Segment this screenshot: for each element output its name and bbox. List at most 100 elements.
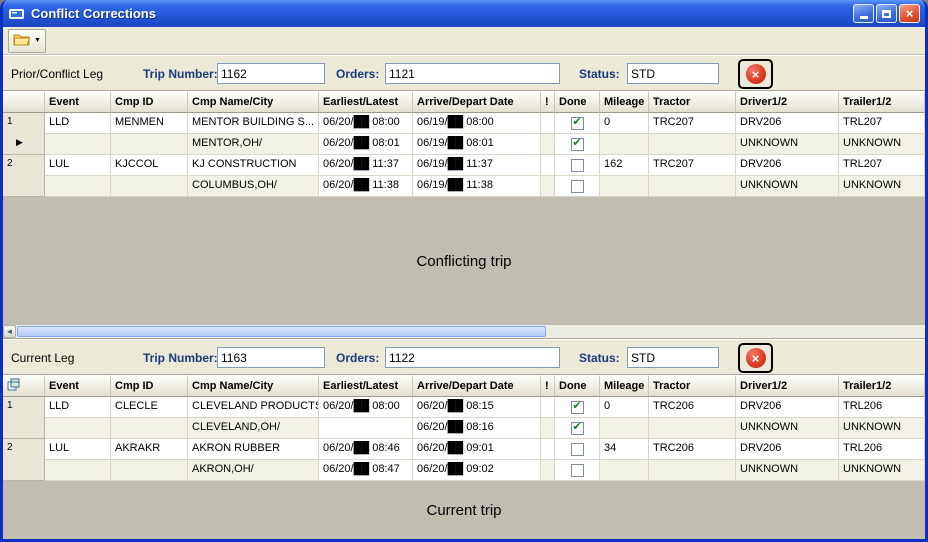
cell-arrive[interactable]: 06/20/██ 08:15 [413, 397, 541, 418]
cell-empty[interactable] [45, 176, 111, 197]
cell-trailer1[interactable]: TRL207 [839, 113, 925, 134]
col-arrive-depart[interactable]: Arrive/Depart Date [413, 91, 541, 113]
done-checkbox[interactable] [571, 464, 584, 477]
cell-empty[interactable] [45, 134, 111, 155]
cell-city[interactable]: COLUMBUS,OH/ [188, 176, 319, 197]
cell-latest[interactable]: 06/20/██ 08:47 [319, 460, 413, 481]
col-earliest-latest[interactable]: Earliest/Latest [319, 375, 413, 397]
cell-depart[interactable]: 06/19/██ 11:38 [413, 176, 541, 197]
cell-latest[interactable]: 06/20/██ 08:01 [319, 134, 413, 155]
cell-driver2[interactable]: UNKNOWN [736, 134, 839, 155]
cell-arrive[interactable]: 06/19/██ 08:00 [413, 113, 541, 134]
done-checkbox[interactable] [571, 180, 584, 193]
cell-arrive[interactable]: 06/20/██ 09:01 [413, 439, 541, 460]
cell-mileage[interactable]: 162 [600, 155, 649, 176]
scroll-thumb[interactable] [17, 326, 546, 337]
cell-trailer2[interactable]: UNKNOWN [839, 460, 925, 481]
cell-event[interactable]: LUL [45, 155, 111, 176]
col-earliest-latest[interactable]: Earliest/Latest [319, 91, 413, 113]
cell-tractor[interactable]: TRC206 [649, 397, 736, 418]
cell-empty[interactable] [649, 176, 736, 197]
row-selector[interactable]: 2 [3, 439, 45, 481]
cell-trailer2[interactable]: UNKNOWN [839, 176, 925, 197]
cell-exclamation[interactable] [541, 460, 555, 481]
current-orders-input[interactable] [385, 347, 560, 368]
cell-driver2[interactable]: UNKNOWN [736, 460, 839, 481]
col-driver[interactable]: Driver1/2 [736, 91, 839, 113]
row-selector[interactable]: 1 ▶ [3, 113, 45, 155]
cell-trailer1[interactable]: TRL207 [839, 155, 925, 176]
cell-trailer1[interactable]: TRL206 [839, 397, 925, 418]
cell-empty[interactable] [600, 176, 649, 197]
col-done[interactable]: Done [555, 91, 600, 113]
cell-driver2[interactable]: UNKNOWN [736, 418, 839, 439]
cell-cmp-id[interactable]: MENMEN [111, 113, 188, 134]
row-selector[interactable]: 1 [3, 397, 45, 439]
cell-tractor[interactable]: TRC207 [649, 113, 736, 134]
cell-empty[interactable] [600, 134, 649, 155]
cell-cmp-id[interactable]: AKRAKR [111, 439, 188, 460]
cell-mileage[interactable]: 0 [600, 113, 649, 134]
done-checkbox[interactable]: ✔ [571, 138, 584, 151]
cell-exclamation[interactable] [541, 439, 555, 460]
cell-empty[interactable] [649, 134, 736, 155]
cell-done[interactable]: ✔ [555, 397, 600, 418]
cell-driver1[interactable]: DRV206 [736, 439, 839, 460]
close-button[interactable]: × [899, 4, 920, 23]
cell-empty[interactable] [111, 176, 188, 197]
col-done[interactable]: Done [555, 375, 600, 397]
cell-city[interactable]: AKRON,OH/ [188, 460, 319, 481]
current-cancel-button[interactable]: × [738, 343, 773, 373]
col-mileage[interactable]: Mileage [600, 375, 649, 397]
cell-done[interactable] [555, 155, 600, 176]
scroll-left-button[interactable]: ◄ [3, 325, 16, 338]
cell-done[interactable]: ✔ [555, 418, 600, 439]
cell-done[interactable] [555, 439, 600, 460]
cell-empty[interactable] [600, 418, 649, 439]
col-cmp-name-city[interactable]: Cmp Name/City [188, 91, 319, 113]
cell-latest[interactable]: 06/20/██ 11:38 [319, 176, 413, 197]
col-arrive-depart[interactable]: Arrive/Depart Date [413, 375, 541, 397]
prior-cancel-button[interactable]: × [738, 59, 773, 89]
cell-done[interactable] [555, 460, 600, 481]
cell-cmp-name[interactable]: MENTOR BUILDING S... [188, 113, 319, 134]
selector-header[interactable] [3, 91, 45, 113]
col-exclamation[interactable]: ! [541, 375, 555, 397]
cell-event[interactable]: LUL [45, 439, 111, 460]
done-checkbox[interactable] [571, 443, 584, 456]
done-checkbox[interactable]: ✔ [571, 117, 584, 130]
cell-empty[interactable] [111, 134, 188, 155]
row-selector[interactable]: 2 [3, 155, 45, 197]
cell-depart[interactable]: 06/20/██ 08:16 [413, 418, 541, 439]
cell-cmp-name[interactable]: KJ CONSTRUCTION [188, 155, 319, 176]
cell-earliest[interactable]: 06/20/██ 08:00 [319, 397, 413, 418]
col-event[interactable]: Event [45, 91, 111, 113]
col-cmp-id[interactable]: Cmp ID [111, 91, 188, 113]
cell-done[interactable] [555, 176, 600, 197]
cell-trailer2[interactable]: UNKNOWN [839, 418, 925, 439]
cell-empty[interactable] [600, 460, 649, 481]
col-tractor[interactable]: Tractor [649, 91, 736, 113]
col-tractor[interactable]: Tractor [649, 375, 736, 397]
cell-cmp-id[interactable]: CLECLE [111, 397, 188, 418]
col-trailer[interactable]: Trailer1/2 [839, 375, 925, 397]
selector-header[interactable] [3, 375, 45, 397]
title-bar[interactable]: Conflict Corrections × [3, 0, 925, 27]
maximize-button[interactable] [876, 4, 897, 23]
col-exclamation[interactable]: ! [541, 91, 555, 113]
cell-city[interactable]: CLEVELAND,OH/ [188, 418, 319, 439]
cell-exclamation[interactable] [541, 134, 555, 155]
cell-driver1[interactable]: DRV206 [736, 113, 839, 134]
cell-trailer1[interactable]: TRL206 [839, 439, 925, 460]
cell-depart[interactable]: 06/20/██ 09:02 [413, 460, 541, 481]
cell-empty[interactable] [111, 460, 188, 481]
done-checkbox[interactable] [571, 159, 584, 172]
cell-empty[interactable] [45, 418, 111, 439]
prior-status-input[interactable] [627, 63, 719, 84]
cell-mileage[interactable]: 0 [600, 397, 649, 418]
cell-empty[interactable] [45, 460, 111, 481]
cell-exclamation[interactable] [541, 176, 555, 197]
cell-cmp-name[interactable]: AKRON RUBBER [188, 439, 319, 460]
cell-earliest[interactable]: 06/20/██ 11:37 [319, 155, 413, 176]
chevron-down-icon[interactable]: ▼ [34, 37, 41, 44]
